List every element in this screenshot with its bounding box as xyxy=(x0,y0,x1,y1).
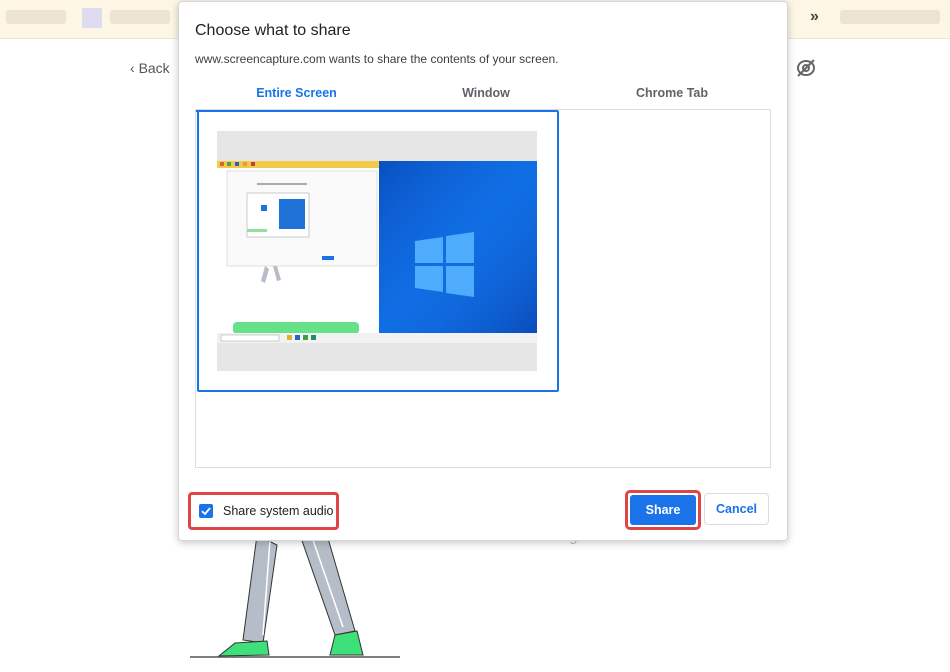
back-link[interactable]: ‹ Back xyxy=(130,60,170,76)
hide-icon[interactable] xyxy=(795,57,817,79)
back-label: Back xyxy=(138,60,170,76)
share-screen-dialog: Choose what to share www.screencapture.c… xyxy=(178,1,788,541)
share-button-highlight: Share xyxy=(625,490,701,530)
cancel-button[interactable]: Cancel xyxy=(704,493,769,525)
share-audio-checkbox[interactable] xyxy=(199,504,213,518)
bookmark-item[interactable] xyxy=(840,10,940,24)
person-illustration xyxy=(190,535,400,658)
share-audio-label[interactable]: Share system audio xyxy=(223,504,333,518)
screen-preview-image xyxy=(217,131,537,371)
check-icon xyxy=(201,507,211,516)
bookmark-item[interactable] xyxy=(110,10,170,24)
bookmark-item[interactable] xyxy=(6,10,66,24)
tab-chrome-tab[interactable]: Chrome Tab xyxy=(574,86,770,110)
share-button[interactable]: Share xyxy=(630,495,696,525)
more-bookmarks-button[interactable]: » xyxy=(810,8,819,26)
dialog-subtitle: www.screencapture.com wants to share the… xyxy=(195,52,559,66)
chevron-left-icon: ‹ xyxy=(130,60,139,76)
share-audio-highlight: Share system audio xyxy=(188,492,339,530)
screen-thumbnail[interactable] xyxy=(197,110,559,392)
bookmark-favicon[interactable] xyxy=(82,8,102,28)
source-list xyxy=(195,109,771,468)
dialog-title: Choose what to share xyxy=(195,22,351,39)
tab-window[interactable]: Window xyxy=(398,86,574,110)
